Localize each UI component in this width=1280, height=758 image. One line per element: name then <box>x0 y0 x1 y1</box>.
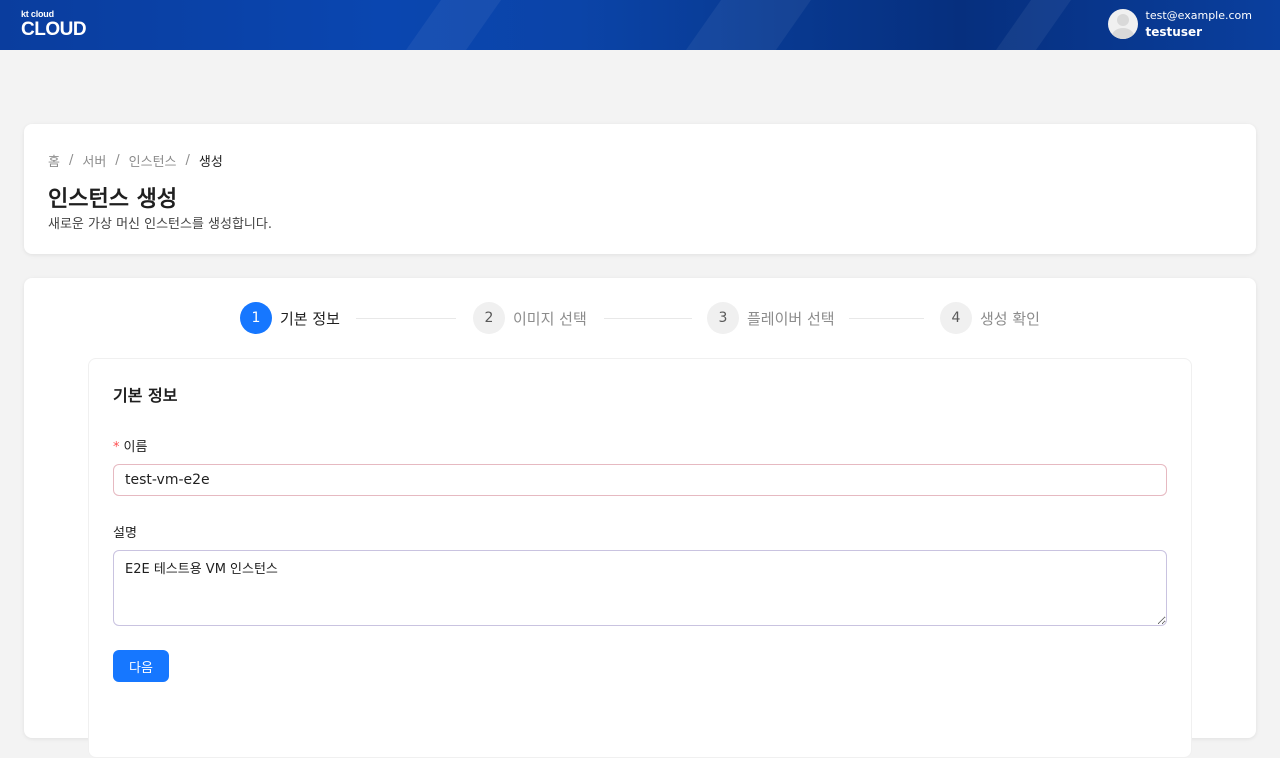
page-header-card: 홈 / 서버 / 인스턴스 / 생성 인스턴스 생성 새로운 가상 머신 인스턴… <box>24 124 1256 254</box>
form-section-title: 기본 정보 <box>113 386 178 405</box>
name-label-text: 이름 <box>123 440 148 455</box>
logo-small-text: kt cloud <box>21 9 54 19</box>
breadcrumb-separator: / <box>115 153 120 168</box>
steps: 1 기본 정보 2 이미지 선택 3 플레이버 선택 4 생성 확인 <box>24 302 1256 334</box>
step-number: 2 <box>473 302 505 334</box>
step-label: 이미지 선택 <box>513 309 587 328</box>
avatar <box>1107 9 1138 39</box>
step-image-select[interactable]: 2 이미지 선택 <box>473 302 587 334</box>
user-name: testuser <box>1145 24 1203 39</box>
header-decoration <box>391 0 509 50</box>
logo-main-text: CLOUD <box>21 19 87 40</box>
page-subtitle: 새로운 가상 머신 인스턴스를 생성합니다. <box>48 217 272 232</box>
header-decoration <box>671 0 819 50</box>
next-button[interactable]: 다음 <box>113 650 169 682</box>
step-number: 4 <box>940 302 972 334</box>
step-basic-info[interactable]: 1 기본 정보 <box>240 302 340 334</box>
user-menu[interactable]: test@example.com testuser <box>1107 8 1252 39</box>
breadcrumb-separator: / <box>185 153 190 168</box>
top-bar: kt cloud CLOUD test@example.com testuser <box>0 0 1280 50</box>
page-title: 인스턴스 생성 <box>48 187 178 212</box>
breadcrumb-separator: / <box>68 153 74 168</box>
user-icon <box>1111 14 1134 39</box>
description-label: 설명 <box>113 526 137 541</box>
step-number: 3 <box>707 302 739 334</box>
wizard-card: 1 기본 정보 2 이미지 선택 3 플레이버 선택 4 생성 확인 기본 정보… <box>24 278 1256 758</box>
name-label: * 이름 <box>113 436 147 455</box>
breadcrumb-current: 생성 <box>198 155 223 170</box>
name-input[interactable] <box>113 464 1167 496</box>
header-decoration <box>981 0 1079 50</box>
description-textarea[interactable]: E2E 테스트용 VM 인스턴스 <box>113 550 1167 626</box>
breadcrumb-server[interactable]: 서버 <box>82 151 106 170</box>
step-connector <box>849 318 924 319</box>
breadcrumb-instances[interactable]: 인스턴스 <box>129 151 177 170</box>
kt-cloud-logo[interactable]: kt cloud CLOUD <box>21 9 87 40</box>
step-number: 1 <box>240 302 272 334</box>
required-mark: * <box>113 440 120 455</box>
user-email: test@example.com <box>1145 8 1252 22</box>
basic-info-form: 기본 정보 *이름 설명 E2E 테스트용 VM 인스턴스 다음 <box>88 358 1192 758</box>
step-confirm[interactable]: 4 생성 확인 <box>940 302 1040 334</box>
breadcrumb: 홈 / 서버 / 인스턴스 / 생성 <box>48 151 223 170</box>
step-label: 기본 정보 <box>280 309 340 328</box>
step-label: 생성 확인 <box>980 309 1040 328</box>
step-flavor-select[interactable]: 3 플레이버 선택 <box>707 302 835 334</box>
step-label: 플레이버 선택 <box>747 309 835 328</box>
step-connector <box>356 318 456 319</box>
step-connector <box>604 318 692 319</box>
breadcrumb-home[interactable]: 홈 <box>48 151 60 170</box>
